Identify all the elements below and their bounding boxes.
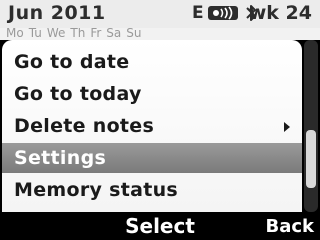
weekday-label: We [46, 28, 66, 40]
weekday-label: Sa [106, 28, 122, 40]
weekday-label: Tu [28, 28, 42, 40]
status-bar: Jun 2011 E wk 24 [0, 0, 320, 28]
menu-item-go-to-today[interactable]: Go to today [2, 79, 302, 109]
weekday-strip: Mo Tu We Th Fr Sa Su [0, 28, 320, 40]
network-indicator: E [192, 3, 204, 23]
menu-item-label: Go to today [14, 83, 142, 105]
menu-item-go-to-date[interactable]: Go to date [2, 47, 302, 77]
menu-item-label: Settings [14, 147, 107, 169]
menu-item-label: Go to date [14, 51, 130, 73]
scrollbar-thumb[interactable] [306, 130, 316, 188]
month-title: Jun 2011 [8, 2, 106, 24]
menu-scrollbar[interactable] [304, 40, 318, 212]
menu-item-label: Delete notes [14, 115, 155, 137]
submenu-arrow-icon [284, 122, 290, 132]
week-number: wk 24 [248, 2, 312, 24]
menu-item-memory-status[interactable]: Memory status [2, 175, 302, 205]
softkey-bar: Select Back [0, 212, 320, 240]
weekday-label: Fr [90, 28, 102, 40]
weekday-label: Su [126, 28, 142, 40]
signal-icon [207, 6, 238, 20]
back-softkey[interactable]: Back [265, 216, 314, 237]
options-menu: Go to date Go to today Delete notes Sett… [2, 40, 302, 212]
menu-item-settings[interactable]: Settings [2, 143, 302, 173]
menu-item-delete-notes[interactable]: Delete notes [2, 111, 302, 141]
weekday-label: Th [70, 28, 86, 40]
menu-item-label: Memory status [14, 179, 179, 201]
weekday-label: Mo [6, 28, 24, 40]
weekday-row: Mo Tu We Th Fr Sa Su [6, 28, 142, 40]
